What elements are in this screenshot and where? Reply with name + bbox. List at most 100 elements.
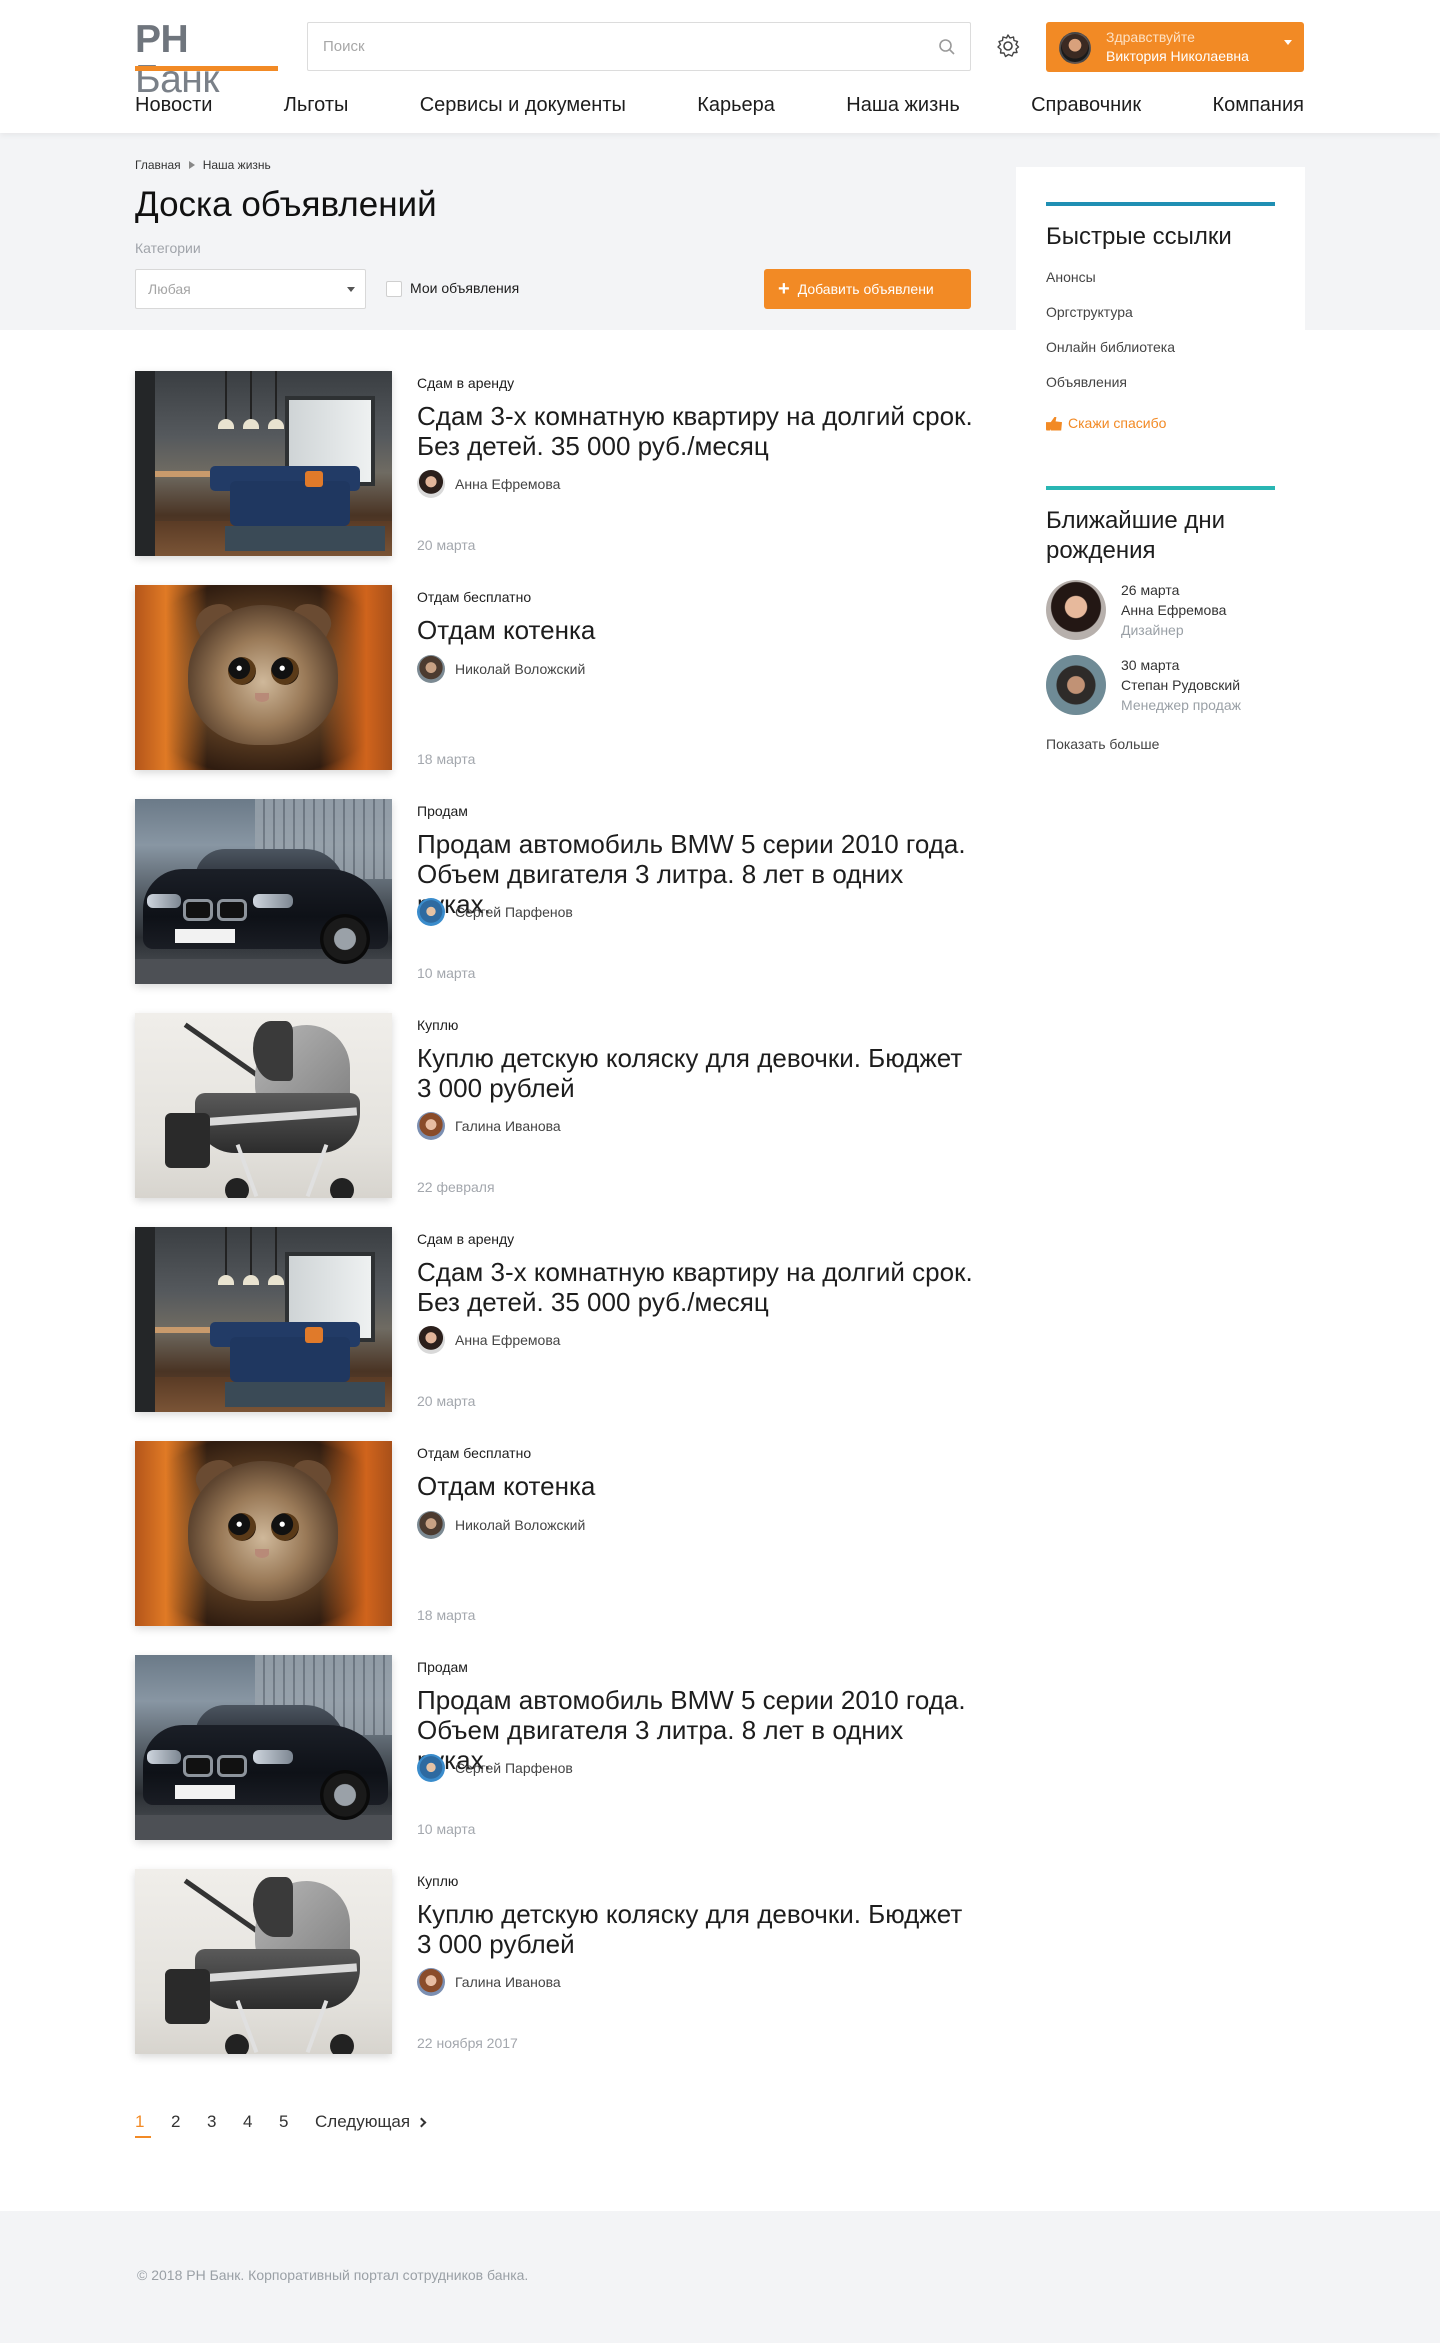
page-link[interactable]: 4 [243, 2112, 279, 2132]
page-title: Доска объявлений [135, 185, 437, 224]
show-more-link[interactable]: Показать больше [1046, 736, 1159, 752]
nav-item-benefits[interactable]: Льготы [284, 90, 349, 120]
listing-title[interactable]: Сдам 3-х комнатную квартиру на долгий ср… [417, 1257, 977, 1317]
listing-category: Куплю [417, 1017, 459, 1033]
pagination: 1 2 3 4 5 Следующая [135, 2107, 427, 2138]
listing-image-stroller[interactable] [135, 1013, 392, 1198]
page-link-current[interactable]: 1 [135, 2112, 171, 2138]
listing-author[interactable]: Николай Воложский [417, 1511, 585, 1539]
listing-date: 20 марта [417, 1393, 476, 1409]
listing-author[interactable]: Сергей Парфенов [417, 1754, 573, 1782]
birthday-date: 30 марта [1121, 657, 1180, 673]
quick-link-say-thanks[interactable]: Скажи спасибо [1046, 406, 1276, 441]
my-ads-checkbox[interactable] [386, 281, 402, 297]
listing-title[interactable]: Отдам котенка [417, 615, 977, 645]
search-input[interactable] [308, 23, 908, 70]
listing-author[interactable]: Николай Воложский [417, 655, 585, 683]
category-select[interactable]: Любая [135, 269, 366, 309]
listing-title[interactable]: Сдам 3-х комнатную квартиру на долгий ср… [417, 401, 977, 461]
listing-date: 18 марта [417, 751, 476, 767]
listing-item: Продам Продам автомобиль BMW 5 серии 201… [135, 799, 971, 984]
nav-item-company[interactable]: Компания [1212, 90, 1304, 120]
page-link[interactable]: 5 [279, 2112, 315, 2132]
birthday-item[interactable]: 26 марта Анна Ефремова Дизайнер [1046, 580, 1276, 642]
breadcrumb-home[interactable]: Главная [135, 158, 181, 172]
quick-links-accent-line [1046, 202, 1275, 206]
listing-image-stroller[interactable] [135, 1869, 392, 2054]
user-menu-button[interactable]: Здравствуйте Виктория Николаевна [1046, 22, 1304, 72]
nav-item-directory[interactable]: Справочник [1031, 90, 1141, 120]
logo-bold: РН [135, 18, 189, 61]
birthday-date: 26 марта [1121, 582, 1180, 598]
search-icon[interactable] [938, 38, 956, 56]
search-box [307, 22, 971, 71]
caret-down-icon [1284, 40, 1292, 45]
listing-author[interactable]: Сергей Парфенов [417, 898, 573, 926]
nav-item-news[interactable]: Новости [135, 90, 212, 120]
breadcrumb-separator-icon [188, 161, 195, 169]
listing-title[interactable]: Куплю детскую коляску для девочки. Бюдже… [417, 1043, 977, 1103]
category-select-value: Любая [148, 281, 191, 297]
avatar [417, 1754, 445, 1782]
gear-icon[interactable] [994, 32, 1022, 60]
avatar [417, 1326, 445, 1354]
next-page-link[interactable]: Следующая [315, 2112, 427, 2132]
listing-author-name: Николай Воложский [455, 1517, 586, 1533]
add-ad-button[interactable]: + Добавить объявлени [764, 269, 971, 309]
avatar [1046, 655, 1106, 715]
listing-image-car[interactable] [135, 1655, 392, 1840]
birthday-item[interactable]: 30 марта Степан Рудовский Менеджер прода… [1046, 655, 1276, 717]
quick-links-list: Анонсы Оргструктура Онлайн библиотека Об… [1046, 266, 1276, 441]
nav-item-our-life[interactable]: Наша жизнь [846, 90, 959, 120]
quick-link-ads[interactable]: Объявления [1046, 371, 1276, 406]
avatar [417, 898, 445, 926]
listing-category: Отдам бесплатно [417, 589, 532, 605]
listing-author[interactable]: Галина Иванова [417, 1968, 561, 1996]
quick-link-online-library[interactable]: Онлайн библиотека [1046, 336, 1276, 371]
listing-image-kitten[interactable] [135, 1441, 392, 1626]
next-page-label: Следующая [315, 2112, 411, 2131]
listing-image-kitten[interactable] [135, 585, 392, 770]
category-label: Категории [135, 240, 201, 256]
listing-category: Отдам бесплатно [417, 1445, 532, 1461]
birthday-role: Менеджер продаж [1121, 697, 1241, 713]
listing-author[interactable]: Анна Ефремова [417, 1326, 560, 1354]
listing-date: 20 марта [417, 537, 476, 553]
listing-date: 22 февраля [417, 1179, 495, 1195]
my-ads-label[interactable]: Мои объявления [410, 280, 519, 296]
nav-item-career[interactable]: Карьера [697, 90, 775, 120]
listing-category: Сдам в аренду [417, 1231, 515, 1247]
chevron-right-icon [416, 2117, 427, 2127]
avatar [417, 655, 445, 683]
listing-title[interactable]: Куплю детскую коляску для девочки. Бюдже… [417, 1899, 977, 1959]
listing-author[interactable]: Анна Ефремова [417, 470, 560, 498]
logo[interactable]: РН Банк [135, 18, 278, 100]
listing-image-car[interactable] [135, 799, 392, 984]
avatar [417, 1968, 445, 1996]
listing-category: Продам [417, 803, 468, 819]
listing-image-apartment[interactable] [135, 371, 392, 556]
avatar [417, 1511, 445, 1539]
header: РН Банк Здравствуйте Виктория Николаевна… [0, 0, 1440, 133]
listing-image-apartment[interactable] [135, 1227, 392, 1412]
page-link[interactable]: 3 [207, 2112, 243, 2132]
page-link[interactable]: 2 [171, 2112, 207, 2132]
listing-item: Сдам в аренду Сдам 3-х комнатную квартир… [135, 371, 973, 556]
avatar [417, 470, 445, 498]
footer-copyright: © 2018 РН Банк. Корпоративный портал сот… [137, 2267, 529, 2283]
quick-link-org-structure[interactable]: Оргструктура [1046, 301, 1276, 336]
birthday-name: Анна Ефремова [1121, 602, 1227, 618]
listing-item: Отдам бесплатно Отдам котенка Николай Во… [135, 1441, 971, 1626]
main-nav: Новости Льготы Сервисы и документы Карье… [135, 90, 1304, 120]
chevron-down-icon [347, 287, 355, 292]
listing-title[interactable]: Отдам котенка [417, 1471, 977, 1501]
birthday-name: Степан Рудовский [1121, 677, 1241, 693]
breadcrumb-our-life[interactable]: Наша жизнь [203, 158, 271, 172]
thumbs-up-icon [1046, 416, 1062, 431]
quick-link-announcements[interactable]: Анонсы [1046, 266, 1276, 301]
listing-author-name: Анна Ефремова [455, 1332, 561, 1348]
plus-icon: + [778, 278, 790, 300]
listing-author[interactable]: Галина Иванова [417, 1112, 561, 1140]
avatar [417, 1112, 445, 1140]
nav-item-services[interactable]: Сервисы и документы [420, 90, 626, 120]
